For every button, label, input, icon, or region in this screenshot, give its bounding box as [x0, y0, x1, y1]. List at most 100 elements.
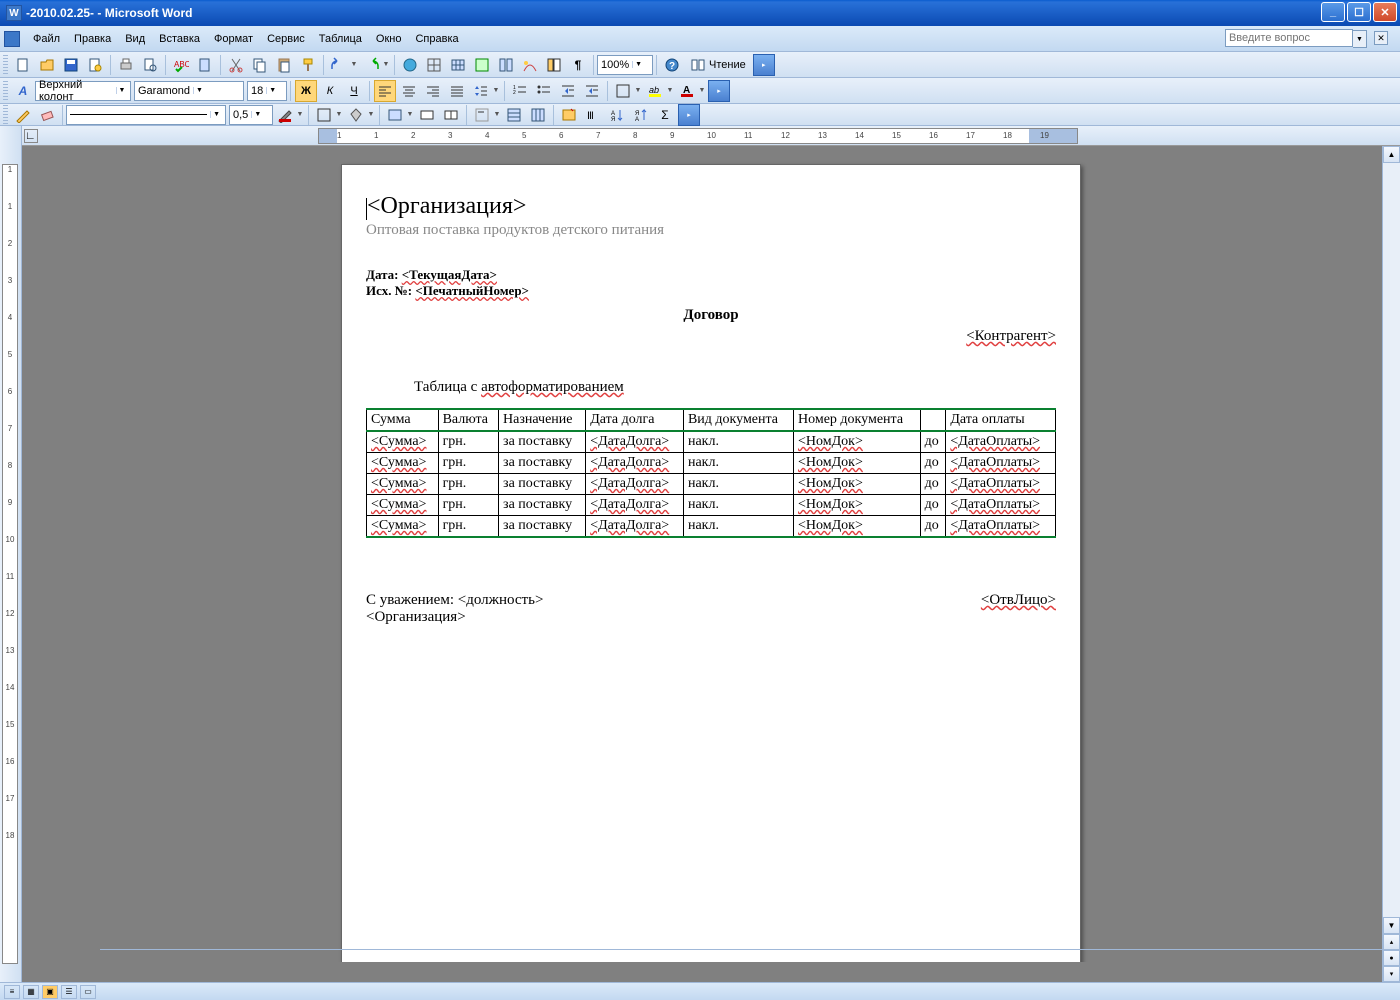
paste-button[interactable] — [273, 54, 295, 76]
indent-button[interactable] — [581, 80, 603, 102]
hyperlink-button[interactable] — [399, 54, 421, 76]
save-button[interactable] — [60, 54, 82, 76]
menu-insert[interactable]: Вставка — [152, 33, 207, 45]
horizontal-ruler[interactable]: 112345678910111213141516171819 — [318, 128, 1078, 144]
outline-view-button[interactable]: ☰ — [61, 985, 77, 999]
linespacing-dropdown[interactable]: ▼ — [491, 80, 501, 102]
shading-dropdown[interactable]: ▼ — [366, 104, 376, 126]
bold-button[interactable]: Ж — [295, 80, 317, 102]
doc-counterparty[interactable]: <Контрагент> — [366, 328, 1056, 345]
doc-table[interactable]: СуммаВалютаНазначениеДата долгаВид докум… — [366, 408, 1056, 538]
format-painter-button[interactable] — [297, 54, 319, 76]
menu-help[interactable]: Справка — [408, 33, 465, 45]
toolbar-grip[interactable] — [3, 105, 8, 125]
cut-button[interactable] — [225, 54, 247, 76]
menu-tools[interactable]: Сервис — [260, 33, 312, 45]
zoom-combo[interactable]: 100%▼ — [597, 55, 653, 75]
toolbar-grip[interactable] — [3, 81, 8, 101]
insert-table-button2[interactable] — [384, 104, 406, 126]
outside-border-dropdown[interactable]: ▼ — [334, 104, 344, 126]
font-combo[interactable]: Garamond▼ — [134, 81, 244, 101]
merge-cells-button[interactable] — [416, 104, 438, 126]
fontcolor-dropdown[interactable]: ▼ — [697, 80, 707, 102]
columns-button[interactable] — [495, 54, 517, 76]
doc-close-button[interactable]: ✕ — [1374, 31, 1388, 45]
redo-dropdown[interactable]: ▼ — [381, 54, 391, 76]
italic-button[interactable]: К — [319, 80, 341, 102]
help-search-dropdown[interactable]: ▼ — [1353, 30, 1367, 48]
page[interactable]: <Организация> Оптовая поставка продуктов… — [341, 164, 1081, 962]
show-marks-button[interactable]: ¶ — [567, 54, 589, 76]
outdent-button[interactable] — [557, 80, 579, 102]
normal-view-button[interactable]: ≡ — [4, 985, 20, 999]
distribute-rows-button[interactable] — [503, 104, 525, 126]
underline-button[interactable]: Ч — [343, 80, 365, 102]
menu-format[interactable]: Формат — [207, 33, 260, 45]
size-combo[interactable]: 18▼ — [247, 81, 287, 101]
borders-button[interactable] — [612, 80, 634, 102]
menu-window[interactable]: Окно — [369, 33, 409, 45]
split-cells-button[interactable] — [440, 104, 462, 126]
toolbar-grip[interactable] — [3, 55, 8, 75]
distribute-cols-button[interactable] — [527, 104, 549, 126]
close-button[interactable]: ✕ — [1373, 2, 1397, 22]
new-doc-button[interactable] — [12, 54, 34, 76]
minimize-button[interactable]: _ — [1321, 2, 1345, 22]
doc-subtitle[interactable]: Оптовая поставка продуктов детского пита… — [366, 222, 1056, 239]
tables-borders-button[interactable] — [423, 54, 445, 76]
print-view-button[interactable]: ▣ — [42, 985, 58, 999]
prev-page-button[interactable]: ▴ — [1383, 934, 1400, 950]
app-icon[interactable] — [4, 31, 20, 47]
sort-asc-button[interactable]: AЯ — [606, 104, 628, 126]
menu-view[interactable]: Вид — [118, 33, 152, 45]
undo-dropdown[interactable]: ▼ — [349, 54, 359, 76]
doc-meta[interactable]: Дата: <ТекущаяДата> Исх. №: <ПечатныйНом… — [366, 267, 1056, 299]
shading-button[interactable] — [345, 104, 367, 126]
drawing-button[interactable] — [519, 54, 541, 76]
autosum-button[interactable]: Σ — [654, 104, 676, 126]
undo-button[interactable] — [328, 54, 350, 76]
docmap-button[interactable] — [543, 54, 565, 76]
linespacing-button[interactable] — [470, 80, 492, 102]
spellcheck-button[interactable]: ABC — [170, 54, 192, 76]
insert-table-dropdown[interactable]: ▼ — [405, 104, 415, 126]
align-right-button[interactable] — [422, 80, 444, 102]
maximize-button[interactable]: ☐ — [1347, 2, 1371, 22]
sort-desc-button[interactable]: ЯA — [630, 104, 652, 126]
help-search-input[interactable] — [1225, 29, 1353, 47]
toolbar-options-button[interactable]: ▸ — [678, 104, 700, 126]
copy-button[interactable] — [249, 54, 271, 76]
style-combo[interactable]: Верхний колонт▼ — [35, 81, 131, 101]
doc-title[interactable]: Договор — [366, 307, 1056, 324]
help-button[interactable]: ? — [661, 54, 683, 76]
linestyle-combo[interactable]: ▼ — [66, 105, 226, 125]
align-center-button[interactable] — [398, 80, 420, 102]
eraser-button[interactable] — [36, 104, 58, 126]
insert-table-button[interactable] — [447, 54, 469, 76]
align-cell-dropdown[interactable]: ▼ — [492, 104, 502, 126]
doc-footer[interactable]: С уважением: <должность> <Организация> <… — [366, 592, 1056, 626]
autoformat-button[interactable] — [558, 104, 580, 126]
scroll-up-button[interactable]: ▲ — [1383, 146, 1400, 163]
open-button[interactable] — [36, 54, 58, 76]
menu-edit[interactable]: Правка — [67, 33, 118, 45]
excel-button[interactable] — [471, 54, 493, 76]
scroll-down-button[interactable]: ▼ — [1383, 917, 1400, 934]
toolbar-options-button[interactable]: ▸ — [708, 80, 730, 102]
reading-layout-button[interactable]: Чтение — [685, 54, 751, 76]
borders-dropdown[interactable]: ▼ — [633, 80, 643, 102]
align-left-button[interactable] — [374, 80, 396, 102]
highlight-dropdown[interactable]: ▼ — [665, 80, 675, 102]
highlight-button[interactable]: ab — [644, 80, 666, 102]
align-justify-button[interactable] — [446, 80, 468, 102]
lineweight-combo[interactable]: 0,5▼ — [229, 105, 273, 125]
draw-table-button[interactable] — [12, 104, 34, 126]
outside-border-button[interactable] — [313, 104, 335, 126]
permissions-button[interactable] — [84, 54, 106, 76]
bordercolor-button[interactable] — [274, 104, 296, 126]
tab-selector[interactable]: ∟ — [24, 129, 38, 143]
toolbar-options-button[interactable]: ▸ — [753, 54, 775, 76]
help-search[interactable]: ▼ ✕ — [1225, 29, 1388, 49]
reading-view-button[interactable]: ▭ — [80, 985, 96, 999]
fontcolor-button[interactable]: A — [676, 80, 698, 102]
